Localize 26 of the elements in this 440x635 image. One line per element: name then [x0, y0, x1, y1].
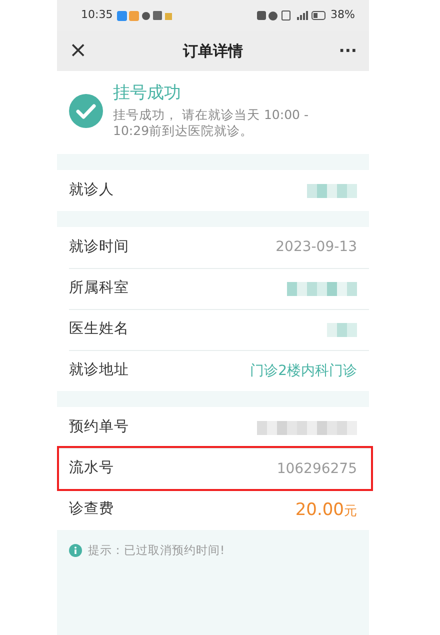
status-time: 10:35	[81, 7, 113, 24]
price-value: 20.00元	[295, 498, 357, 522]
result-title: 挂号成功	[113, 82, 182, 105]
system-status-icons-drawing	[256, 10, 327, 21]
row-label: 就诊地址	[69, 361, 129, 380]
page-title: 订单详情	[182, 40, 244, 62]
battery-percent: 38%	[330, 7, 355, 24]
row-label: 诊查费	[69, 500, 114, 520]
redacted-value	[327, 323, 357, 338]
row-value: 2023-09-13	[276, 238, 357, 258]
redacted-value	[307, 184, 357, 198]
row-label: 所属科室	[69, 278, 129, 298]
row-label: 医生姓名	[69, 320, 129, 340]
more-button[interactable]: ···	[338, 39, 357, 63]
redacted-value	[287, 282, 357, 296]
row-label: 预约单号	[69, 418, 129, 437]
row-label: 就诊人	[69, 180, 114, 200]
info-icon	[69, 544, 82, 558]
row-label: 就诊时间	[69, 238, 129, 257]
tip-text: 提示：已过取消预约时间!	[88, 542, 225, 560]
row-label: 流水号	[69, 458, 114, 478]
notification-icons-drawing	[116, 10, 175, 21]
close-button[interactable]: ×	[69, 40, 88, 62]
row-value: 106296275	[276, 460, 357, 479]
success-check-icon	[69, 94, 103, 128]
result-message: 挂号成功， 请在就诊当天 10:00 - 10:29前到达医院就诊。	[113, 106, 310, 140]
